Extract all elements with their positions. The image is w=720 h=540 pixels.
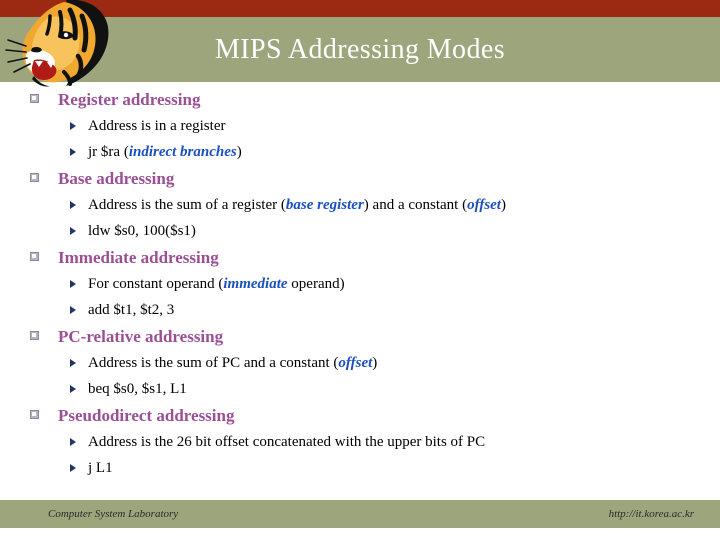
tiger-head-logo (4, 0, 116, 100)
footer-organization: Computer System Laboratory (48, 508, 179, 520)
square-bullet-icon (30, 331, 40, 341)
list-item-text: ) (236, 144, 242, 160)
slide-body: Register addressing Address is in a regi… (0, 86, 720, 496)
triangle-bullet-icon (70, 201, 76, 209)
list-item-text: j L1 (88, 460, 113, 476)
emphasis-term: base register (285, 197, 364, 213)
list-item: ldw $s0, 100($s1) (0, 218, 720, 244)
footer-url[interactable]: http://it.korea.ac.kr (609, 500, 694, 528)
list-item: Address is the 26 bit offset concatenate… (0, 429, 720, 455)
section-heading: Pseudodirect addressing (0, 402, 720, 429)
square-bullet-icon (30, 173, 40, 183)
section-immediate-addressing: Immediate addressing For constant operan… (0, 244, 720, 323)
list-item: add $t1, $t2, 3 (0, 297, 720, 323)
triangle-bullet-icon (70, 385, 76, 393)
section-heading-label: PC-relative addressing (58, 327, 224, 346)
triangle-bullet-icon (70, 148, 76, 156)
list-item-text: jr $ra ( (88, 144, 129, 160)
list-item: beq $s0, $s1, L1 (0, 376, 720, 402)
triangle-bullet-icon (70, 306, 76, 314)
list-item-text: ) and a constant ( (363, 197, 468, 213)
list-item: Address is in a register (0, 113, 720, 139)
section-heading-label: Pseudodirect addressing (58, 406, 235, 425)
list-item: Address is the sum of PC and a constant … (0, 350, 720, 376)
section-base-addressing: Base addressing Address is the sum of a … (0, 165, 720, 244)
list-item-text: Address is the 26 bit offset concatenate… (88, 434, 486, 450)
triangle-bullet-icon (70, 280, 76, 288)
emphasis-term: immediate (223, 276, 288, 292)
slide-footer: Computer System Laboratory http://it.kor… (0, 500, 720, 528)
list-item-text: ldw $s0, 100($s1) (88, 223, 196, 239)
section-heading: PC-relative addressing (0, 323, 720, 350)
section-heading: Immediate addressing (0, 244, 720, 271)
list-item: Address is the sum of a register (base r… (0, 192, 720, 218)
list-item-text: Address is in a register (88, 118, 226, 134)
list-item-text: ) (372, 355, 378, 371)
list-item: j L1 (0, 455, 720, 481)
emphasis-term: offset (338, 355, 373, 371)
triangle-bullet-icon (70, 359, 76, 367)
list-item-text: Address is the sum of PC and a constant … (88, 355, 339, 371)
emphasis-term: indirect branches (128, 144, 237, 160)
list-item-text: Address is the sum of a register ( (88, 197, 286, 213)
list-item: For constant operand (immediate operand) (0, 271, 720, 297)
triangle-bullet-icon (70, 438, 76, 446)
section-pc-relative-addressing: PC-relative addressing Address is the su… (0, 323, 720, 402)
list-item-text: ) (500, 197, 506, 213)
square-bullet-icon (30, 410, 40, 420)
square-bullet-icon (30, 252, 40, 262)
list-item-text: beq $s0, $s1, L1 (88, 381, 187, 397)
section-heading-label: Immediate addressing (58, 248, 219, 267)
triangle-bullet-icon (70, 227, 76, 235)
section-heading-label: Base addressing (58, 169, 175, 188)
list-item-text: add $t1, $t2, 3 (88, 302, 175, 318)
emphasis-term: offset (467, 197, 501, 213)
list-item: jr $ra (indirect branches) (0, 139, 720, 165)
triangle-bullet-icon (70, 464, 76, 472)
list-item-text: For constant operand ( (88, 276, 224, 292)
triangle-bullet-icon (70, 122, 76, 130)
list-item-text: operand) (287, 276, 345, 292)
section-heading: Base addressing (0, 165, 720, 192)
section-pseudodirect-addressing: Pseudodirect addressing Address is the 2… (0, 402, 720, 481)
